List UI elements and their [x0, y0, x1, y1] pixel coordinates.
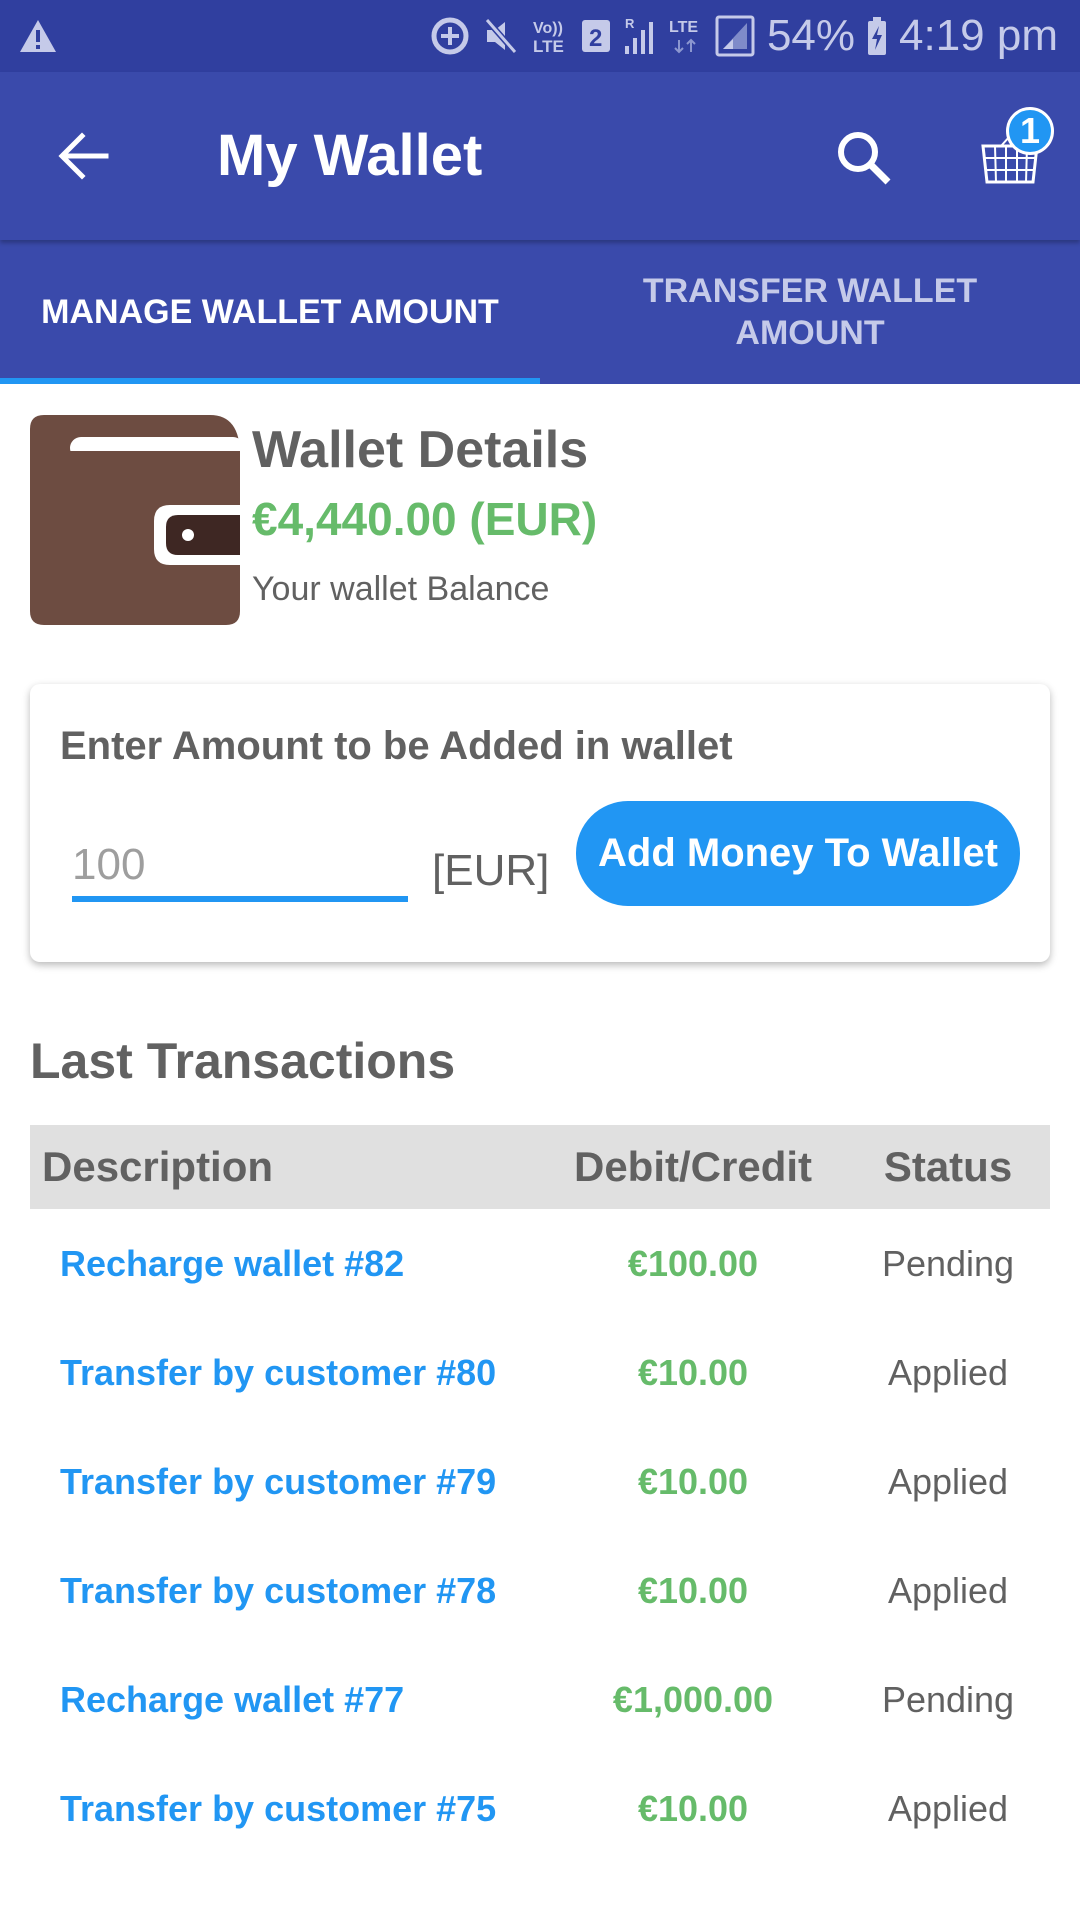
status-bar: Vo)) LTE 2 R LTE 54% 4:19 pm: [0, 0, 1080, 72]
transaction-description[interactable]: Transfer by customer #79: [60, 1427, 496, 1536]
add-money-heading: Enter Amount to be Added in wallet: [60, 724, 733, 768]
last-transactions-title: Last Transactions: [30, 1033, 456, 1089]
signal-icon: [715, 15, 755, 57]
transaction-amount: €10.00: [637, 1351, 749, 1393]
wallet-balance-label: Your wallet Balance: [252, 570, 550, 608]
transaction-amount: €10.00: [637, 1787, 749, 1829]
data-saver-icon: [429, 15, 471, 57]
wallet-details-title: Wallet Details: [252, 421, 589, 479]
search-icon[interactable]: [830, 124, 900, 194]
add-money-card: Enter Amount to be Added in wallet [EUR]…: [30, 684, 1050, 962]
transaction-status: Applied: [887, 1351, 1009, 1393]
svg-text:R: R: [625, 16, 635, 31]
table-row[interactable]: Recharge wallet #82 €100.00 Pending: [30, 1209, 1050, 1318]
svg-text:LTE: LTE: [533, 37, 564, 56]
warning-icon: [18, 18, 58, 54]
svg-text:Vo)): Vo)): [533, 20, 563, 37]
add-money-button[interactable]: Add Money To Wallet: [576, 801, 1020, 906]
header-debit-credit: Debit/Credit: [573, 1143, 812, 1190]
amount-input[interactable]: [72, 834, 408, 902]
volte-icon: Vo)) LTE: [531, 16, 569, 56]
app-toolbar: My Wallet 1: [0, 72, 1080, 240]
battery-percent: 54%: [766, 11, 856, 60]
svg-text:LTE: LTE: [669, 19, 698, 36]
sim2-icon: 2: [581, 19, 611, 53]
mute-icon: [483, 16, 519, 56]
transaction-amount: €100.00: [627, 1242, 759, 1284]
transaction-status: Applied: [887, 1569, 1009, 1611]
tab-manage-wallet-amount[interactable]: MANAGE WALLET AMOUNT: [0, 240, 540, 384]
wallet-balance-amount: €4,440.00 (EUR): [252, 493, 598, 545]
tab-transfer-wallet-amount[interactable]: TRANSFER WALLET AMOUNT: [540, 240, 1080, 384]
transaction-amount: €1,000.00: [612, 1678, 774, 1720]
transaction-description[interactable]: Transfer by customer #75: [60, 1754, 496, 1863]
transaction-status: Pending: [881, 1678, 1015, 1720]
lte-data-icon: LTE: [669, 16, 703, 56]
transactions-table: Description Debit/Credit Status Recharge…: [30, 1125, 1050, 1863]
tab-bar: MANAGE WALLET AMOUNT TRANSFER WALLET AMO…: [0, 240, 1080, 384]
cart-count-badge: 1: [1006, 107, 1054, 155]
currency-label: [EUR]: [432, 846, 550, 895]
transaction-description[interactable]: Recharge wallet #77: [60, 1645, 404, 1754]
active-tab-indicator: [0, 378, 540, 384]
transaction-description[interactable]: Recharge wallet #82: [60, 1209, 404, 1318]
page-title: My Wallet: [217, 123, 483, 188]
back-arrow-icon[interactable]: [52, 124, 116, 188]
table-header: Description Debit/Credit Status: [30, 1125, 1050, 1209]
table-row[interactable]: Recharge wallet #77 €1,000.00 Pending: [30, 1645, 1050, 1754]
table-row[interactable]: Transfer by customer #78 €10.00 Applied: [30, 1536, 1050, 1645]
transaction-description[interactable]: Transfer by customer #78: [60, 1536, 496, 1645]
table-row[interactable]: Transfer by customer #80 €10.00 Applied: [30, 1318, 1050, 1427]
transaction-description[interactable]: Transfer by customer #80: [60, 1318, 496, 1427]
transaction-amount: €10.00: [637, 1569, 749, 1611]
roaming-signal-icon: R: [623, 16, 657, 56]
clock: 4:19 pm: [899, 11, 1058, 60]
transaction-status: Applied: [887, 1787, 1009, 1829]
svg-text:2: 2: [589, 25, 602, 52]
transaction-status: Applied: [887, 1460, 1009, 1502]
header-status: Status: [883, 1143, 1013, 1190]
table-row[interactable]: Transfer by customer #75 €10.00 Applied: [30, 1754, 1050, 1863]
table-row[interactable]: Transfer by customer #79 €10.00 Applied: [30, 1427, 1050, 1536]
battery-charging-icon: [867, 16, 887, 56]
wallet-icon: [30, 415, 244, 625]
transaction-amount: €10.00: [637, 1460, 749, 1502]
header-description: Description: [42, 1143, 274, 1190]
transaction-status: Pending: [881, 1242, 1015, 1284]
